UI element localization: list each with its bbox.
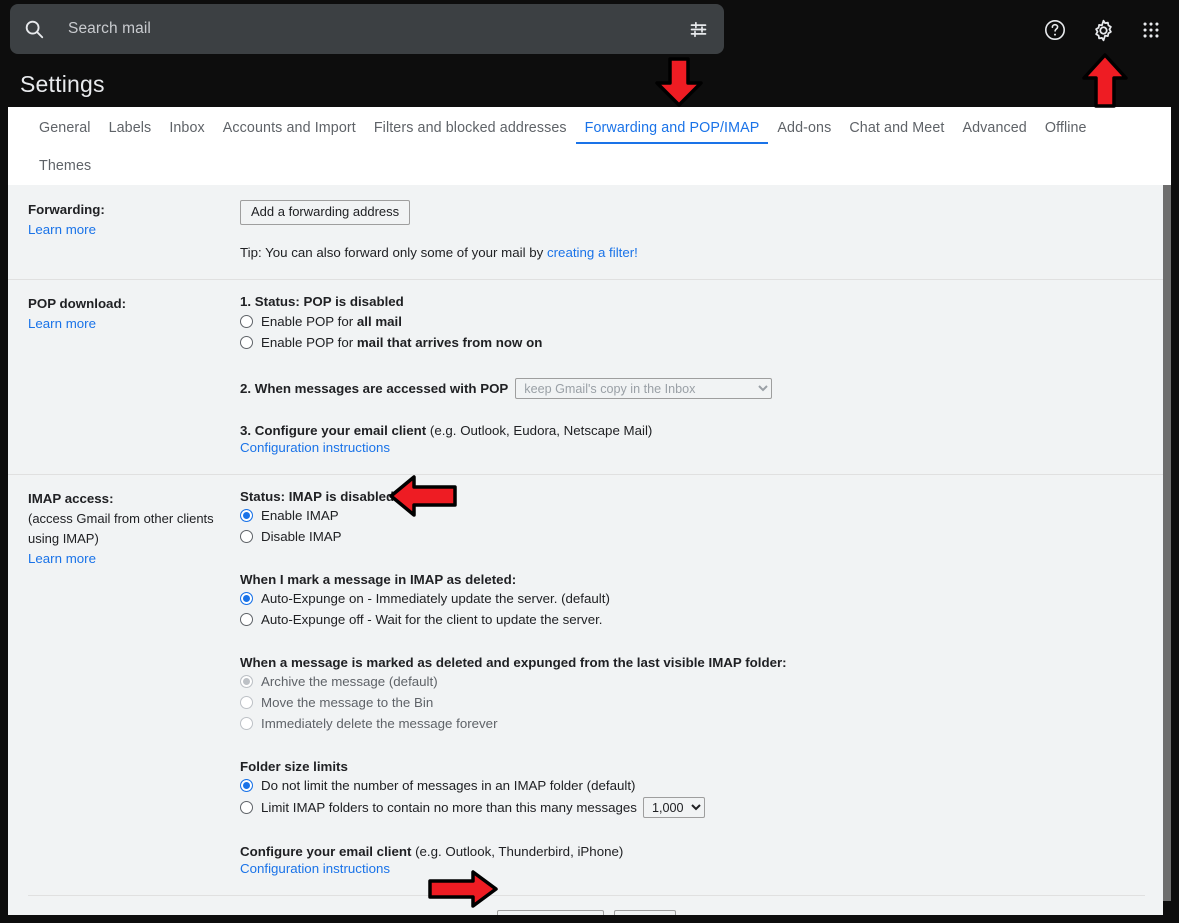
imap-configure-row: Configure your email client (e.g. Outloo… [240,844,1163,859]
imap-access-sublabel: (access Gmail from other clients using I… [28,511,214,546]
forwarding-learn-more-link[interactable]: Learn more [28,220,232,240]
pop-step3-rest: (e.g. Outlook, Eudora, Netscape Mail) [429,423,653,438]
imap-disable-label: Disable IMAP [261,529,342,544]
imap-enable-label: Enable IMAP [261,508,339,523]
imap-folder-limit-select[interactable]: 1,000 [642,797,705,818]
page-title: Settings [20,71,105,97]
imap-disable-row[interactable]: Disable IMAP [240,527,1163,546]
imap-expunged-archive-radio [240,675,253,688]
pop-enable-from-now-radio[interactable] [240,336,253,349]
imap-auto-expunge-off-radio[interactable] [240,613,253,626]
pop-learn-more-link[interactable]: Learn more [28,314,232,334]
pop-step2-row: 2. When messages are accessed with POP k… [240,378,1163,399]
pop-enable-all-mail-row[interactable]: Enable POP for all mail [240,312,1163,331]
imap-enable-radio[interactable] [240,509,253,522]
tab-labels[interactable]: Labels [100,107,161,144]
apps-grid-icon[interactable] [1135,14,1167,46]
imap-expunged-archive-label: Archive the message (default) [261,674,438,689]
imap-configure-label: Configure your email client [240,844,416,859]
imap-disable-radio[interactable] [240,530,253,543]
pop-enable-from-now-label: Enable POP for mail that arrives from no… [261,335,543,350]
pop-access-action-select[interactable]: keep Gmail's copy in the Inbox [515,378,773,399]
tab-inbox[interactable]: Inbox [160,107,213,144]
imap-auto-expunge-off-label: Auto-Expunge off - Wait for the client t… [261,612,603,627]
imap-expunged-delete-row: Immediately delete the message forever [240,714,1163,733]
imap-expunged-delete-radio [240,717,253,730]
imap-configuration-instructions-link[interactable]: Configuration instructions [240,859,1163,879]
section-imap-access: IMAP access: (access Gmail from other cl… [8,474,1163,895]
add-forwarding-address-button[interactable]: Add a forwarding address [240,200,411,225]
pop-body: 1. Status: POP is disabled Enable POP fo… [240,294,1163,458]
pop-download-label: POP download: [28,296,127,311]
pop-enable-all-mail-label: Enable POP for all mail [261,314,402,329]
pop-configuration-instructions-link[interactable]: Configuration instructions [240,438,1163,458]
forwarding-label: Forwarding: [28,202,105,217]
tab-chat-and-meet[interactable]: Chat and Meet [840,107,953,144]
cancel-button[interactable]: Cancel [613,910,677,915]
section-pop-download: POP download: Learn more 1. Status: POP … [8,279,1163,474]
tab-accounts-and-import[interactable]: Accounts and Import [214,107,365,144]
pop-enable-all-mail-radio[interactable] [240,315,253,328]
pop-step3-label: 3. Configure your email client [240,423,430,438]
imap-learn-more-link[interactable]: Learn more [28,549,232,569]
settings-tabs: General Labels Inbox Accounts and Import… [8,107,1171,182]
imap-deleted-heading: When I mark a message in IMAP as deleted… [240,572,517,587]
imap-auto-expunge-on-label: Auto-Expunge on - Immediately update the… [261,591,610,606]
imap-folder-nolimit-row[interactable]: Do not limit the number of messages in a… [240,776,1163,795]
settings-header: Settings [0,60,1179,107]
help-question-icon[interactable] [1039,14,1071,46]
tab-forwarding-and-pop-imap[interactable]: Forwarding and POP/IMAP [575,107,769,144]
tab-filters-and-blocked-addresses[interactable]: Filters and blocked addresses [365,107,576,144]
imap-access-label: IMAP access: [28,491,114,506]
imap-body: Status: IMAP is disabled Enable IMAP Dis… [240,489,1163,879]
imap-folder-limit-row[interactable]: Limit IMAP folders to contain no more th… [240,797,1163,818]
forwarding-tip-text: Tip: You can also forward only some of y… [240,245,547,260]
imap-folder-nolimit-label: Do not limit the number of messages in a… [261,778,636,793]
creating-a-filter-link[interactable]: creating a filter! [547,245,638,260]
pop-label-column: POP download: Learn more [8,294,240,458]
gear-settings-icon[interactable] [1087,14,1119,46]
save-changes-button[interactable]: Save Changes [496,910,604,915]
tab-themes[interactable]: Themes [30,144,1171,182]
imap-expunged-bin-label: Move the message to the Bin [261,695,434,710]
settings-footer: Save Changes Cancel [28,895,1145,915]
forwarding-tip: Tip: You can also forward only some of y… [240,243,1163,263]
pop-step3-row: 3. Configure your email client (e.g. Out… [240,423,1163,438]
pop-enable-from-now-row[interactable]: Enable POP for mail that arrives from no… [240,333,1163,352]
imap-enable-row[interactable]: Enable IMAP [240,506,1163,525]
tab-advanced[interactable]: Advanced [953,107,1035,144]
imap-expunged-delete-label: Immediately delete the message forever [261,716,498,731]
imap-folder-limit-radio[interactable] [240,801,253,814]
imap-label-column: IMAP access: (access Gmail from other cl… [8,489,240,879]
imap-folder-size-heading: Folder size limits [240,759,348,774]
pop-status-text: 1. Status: POP is disabled [240,294,404,309]
tune-filter-icon[interactable] [672,4,724,54]
imap-auto-expunge-on-row[interactable]: Auto-Expunge on - Immediately update the… [240,589,1163,608]
search-input[interactable]: Search mail [58,20,672,38]
imap-folder-nolimit-radio[interactable] [240,779,253,792]
imap-expunged-bin-radio [240,696,253,709]
forwarding-label-column: Forwarding: Learn more [8,200,240,263]
tab-add-ons[interactable]: Add-ons [768,107,840,144]
search-bar[interactable]: Search mail [10,4,724,54]
imap-expunged-archive-row: Archive the message (default) [240,672,1163,691]
vertical-scrollbar-thumb[interactable] [1163,185,1171,901]
imap-auto-expunge-on-radio[interactable] [240,592,253,605]
imap-auto-expunge-off-row[interactable]: Auto-Expunge off - Wait for the client t… [240,610,1163,629]
section-forwarding: Forwarding: Learn more Add a forwarding … [8,185,1163,279]
tab-offline[interactable]: Offline [1036,107,1096,144]
imap-status-text: Status: IMAP is disabled [240,489,395,504]
search-icon [10,4,58,54]
imap-folder-limit-label: Limit IMAP folders to contain no more th… [261,800,637,815]
imap-expunged-heading: When a message is marked as deleted and … [240,655,787,670]
pop-step2-label: 2. When messages are accessed with POP [240,381,509,396]
top-app-bar: Search mail [0,0,1179,60]
top-right-icons [1039,0,1167,60]
settings-tab-strip: General Labels Inbox Accounts and Import… [8,107,1171,185]
imap-expunged-bin-row: Move the message to the Bin [240,693,1163,712]
settings-content-panel: Forwarding: Learn more Add a forwarding … [8,185,1163,915]
forwarding-body: Add a forwarding address Tip: You can al… [240,200,1163,263]
imap-configure-rest: (e.g. Outlook, Thunderbird, iPhone) [415,844,624,859]
tab-general[interactable]: General [30,107,100,144]
